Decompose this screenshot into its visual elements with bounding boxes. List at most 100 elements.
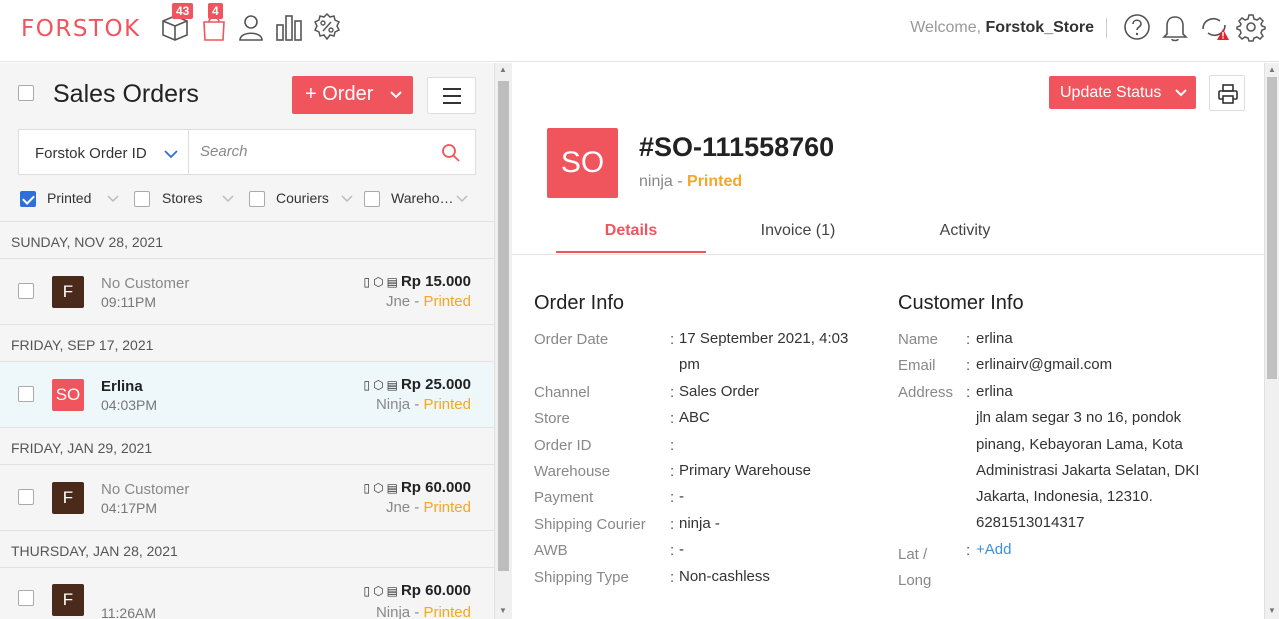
warehouse-filter-checkbox[interactable] (364, 191, 380, 207)
address-line: jln alam segar 3 no 16, pondok (976, 409, 1182, 427)
colon: : (966, 542, 971, 559)
notifications-button[interactable] (1160, 12, 1190, 42)
order-courier: Jne (385, 499, 411, 516)
order-amount: ▯ ⬡ ▤ Rp 60.000 (364, 479, 471, 496)
couriers-filter-checkbox[interactable] (249, 191, 265, 207)
printed-filter-checkbox[interactable] (20, 191, 36, 207)
couriers-filter-label[interactable]: Couriers (276, 190, 329, 206)
orders-badge: 4 (208, 3, 223, 19)
scrollbar-thumb[interactable] (1267, 77, 1277, 379)
tab-invoice[interactable]: Invoice (1) (723, 222, 873, 240)
tab-details[interactable]: Details (556, 222, 706, 240)
chevron-down-icon[interactable] (107, 195, 119, 203)
welcome-text: Welcome, Forstok_Store (910, 19, 1094, 37)
package-icon: ⬡ (373, 584, 384, 598)
add-latlong-link[interactable]: +Add (976, 537, 1011, 563)
colon: : (670, 569, 675, 586)
printer-icon: ▤ (386, 378, 398, 392)
channel-label: Channel (534, 384, 590, 401)
lat-label: Lat / (898, 546, 928, 563)
menu-icon (443, 88, 461, 90)
awb-label: AWB (534, 542, 568, 559)
list-menu-button[interactable] (427, 77, 476, 114)
tab-activity[interactable]: Activity (890, 222, 1040, 240)
new-order-button[interactable]: + Order (292, 76, 413, 114)
top-bar: FORSTOK 43 4 Welcome, Forstok_Store (0, 0, 1279, 62)
order-row[interactable]: F No Customer 09:11PM ▯ ⬡ ▤ Rp 15.000 Jne -… (0, 260, 494, 326)
order-status: Printed (423, 396, 471, 413)
order-row-checkbox[interactable] (18, 590, 34, 606)
order-row-checkbox[interactable] (18, 489, 34, 505)
reports-nav[interactable] (274, 12, 304, 42)
tab-divider (512, 254, 1264, 255)
print-button[interactable] (1209, 75, 1245, 111)
select-all-checkbox[interactable] (18, 85, 34, 101)
order-date-line-2: pm (679, 356, 700, 374)
customers-nav[interactable] (236, 12, 266, 42)
forstok-logo[interactable]: FORSTOK (21, 16, 141, 42)
scrollbar-thumb[interactable] (498, 81, 509, 571)
new-order-label: + Order (305, 83, 374, 105)
order-row[interactable]: F 11:26AM ▯ ⬡ ▤ Rp 60.000 Ninja - Printed (0, 569, 494, 619)
order-courier: Ninja (375, 396, 411, 413)
order-number: #SO-111558760 (639, 132, 835, 162)
chevron-down-icon (164, 150, 178, 159)
stores-filter-checkbox[interactable] (134, 191, 150, 207)
order-avatar-large: SO (547, 128, 618, 198)
sync-alert-button[interactable] (1199, 12, 1229, 42)
discount-icon (313, 12, 341, 41)
update-status-button[interactable]: Update Status (1049, 76, 1196, 109)
colon: : (966, 357, 971, 374)
order-avatar: SO (52, 379, 84, 411)
scroll-down-icon[interactable]: ▼ (1268, 606, 1276, 615)
settings-button[interactable] (1236, 12, 1266, 42)
detail-scrollbar[interactable]: ▲ ▼ (1264, 63, 1279, 619)
order-status: Printed (687, 173, 743, 190)
clipboard-icon: ▯ (363, 481, 371, 495)
search-icon[interactable] (441, 143, 461, 163)
scroll-up-icon[interactable]: ▲ (499, 65, 507, 74)
order-row[interactable]: F No Customer 04:17PM ▯ ⬡ ▤ Rp 60.000 Jne -… (0, 466, 494, 532)
order-row-checkbox[interactable] (18, 283, 34, 299)
divider (1106, 18, 1107, 38)
welcome-prefix: Welcome, (910, 19, 982, 36)
printed-filter-label[interactable]: Printed (47, 190, 91, 206)
search-field-label: Forstok Order ID (35, 145, 147, 162)
menu-icon-line (443, 95, 461, 97)
search-field-select[interactable]: Forstok Order ID (19, 130, 189, 174)
sync-warning-icon (1202, 18, 1229, 40)
help-button[interactable] (1122, 12, 1152, 42)
store-value: ABC (679, 409, 710, 426)
printer-icon (1218, 84, 1238, 104)
email-value: erlinairv@gmail.com (976, 356, 1113, 373)
chevron-down-icon[interactable] (341, 195, 353, 203)
colon: : (670, 437, 675, 454)
search-input[interactable] (200, 143, 430, 160)
order-amount: ▯ ⬡ ▤ Rp 60.000 (364, 582, 471, 599)
awb-value: - (679, 541, 684, 558)
chevron-down-icon[interactable] (222, 195, 234, 203)
address-line: erlina (976, 383, 1013, 400)
date-group-header: THURSDAY, JAN 28, 2021 (0, 530, 494, 568)
date-group-header: FRIDAY, SEP 17, 2021 (0, 324, 494, 362)
order-customer: Erlina (101, 378, 143, 395)
address-label: Address (898, 384, 954, 401)
menu-icon-line (443, 102, 461, 104)
scroll-up-icon[interactable]: ▲ (1268, 65, 1276, 74)
chevron-down-icon[interactable] (456, 195, 468, 203)
order-row-checkbox[interactable] (18, 386, 34, 402)
warehouse-filter-label[interactable]: Wareho… (391, 190, 454, 206)
order-avatar: F (52, 276, 84, 308)
order-avatar: F (52, 584, 84, 616)
package-icon: ⬡ (373, 378, 384, 392)
stores-filter-label[interactable]: Stores (162, 190, 202, 206)
scroll-down-icon[interactable]: ▼ (499, 606, 507, 615)
order-row-selected[interactable]: SO Erlina 04:03PM ▯ ⬡ ▤ Rp 25.000 Ninja - P… (0, 363, 494, 429)
orders-list-scrollbar[interactable]: ▲ ▼ (494, 63, 512, 619)
order-date-value: 17 September 2021, 4:03 pm (679, 326, 848, 379)
date-group-header: FRIDAY, JAN 29, 2021 (0, 427, 494, 465)
store-name[interactable]: Forstok_Store (986, 19, 1094, 36)
promotions-nav[interactable] (312, 12, 342, 42)
colon: : (670, 384, 675, 401)
order-status: Printed (423, 499, 471, 516)
